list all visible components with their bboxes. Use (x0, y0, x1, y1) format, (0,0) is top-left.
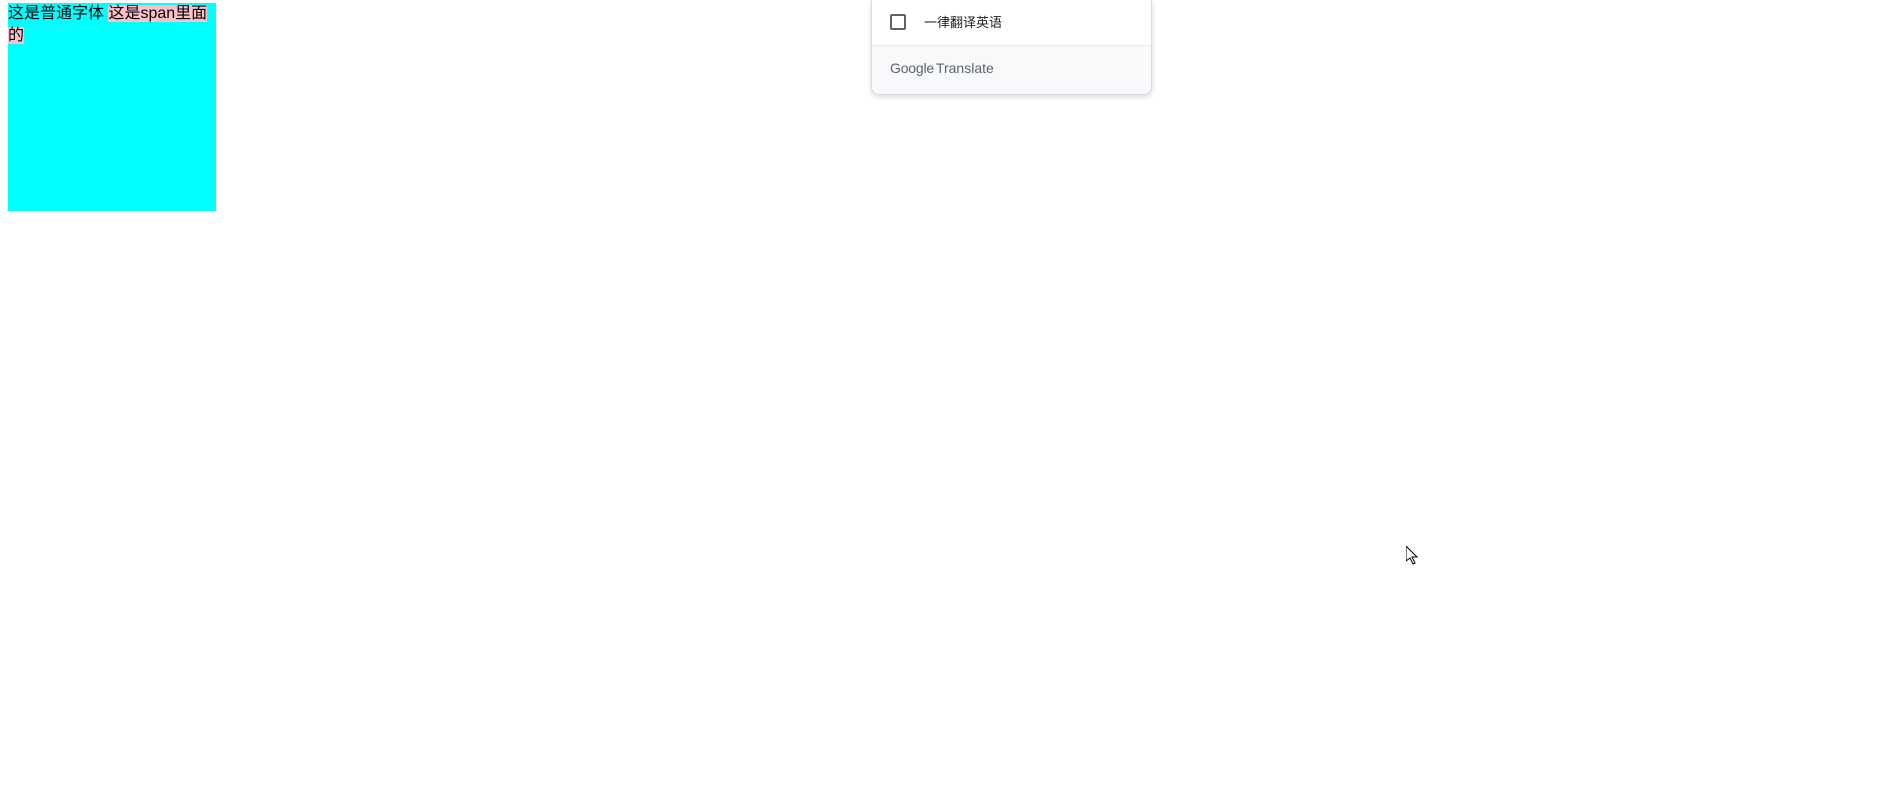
cursor-icon (1406, 546, 1420, 566)
plain-text: 这是普通字体 (8, 5, 108, 22)
always-translate-option[interactable]: 一律翻译英语 (872, 0, 1151, 45)
demo-box: 这是普通字体 这是span里面的 (8, 3, 216, 211)
translate-logo-text: Translate (936, 60, 994, 76)
always-translate-label: 一律翻译英语 (924, 12, 1002, 31)
google-translate-popup: 一律翻译英语 GoogleTranslate (871, 0, 1152, 95)
google-logo-text: Google (890, 60, 934, 76)
translate-popup-footer: GoogleTranslate (872, 45, 1151, 94)
checkbox-icon[interactable] (890, 14, 906, 30)
google-translate-logo: GoogleTranslate (890, 60, 994, 76)
